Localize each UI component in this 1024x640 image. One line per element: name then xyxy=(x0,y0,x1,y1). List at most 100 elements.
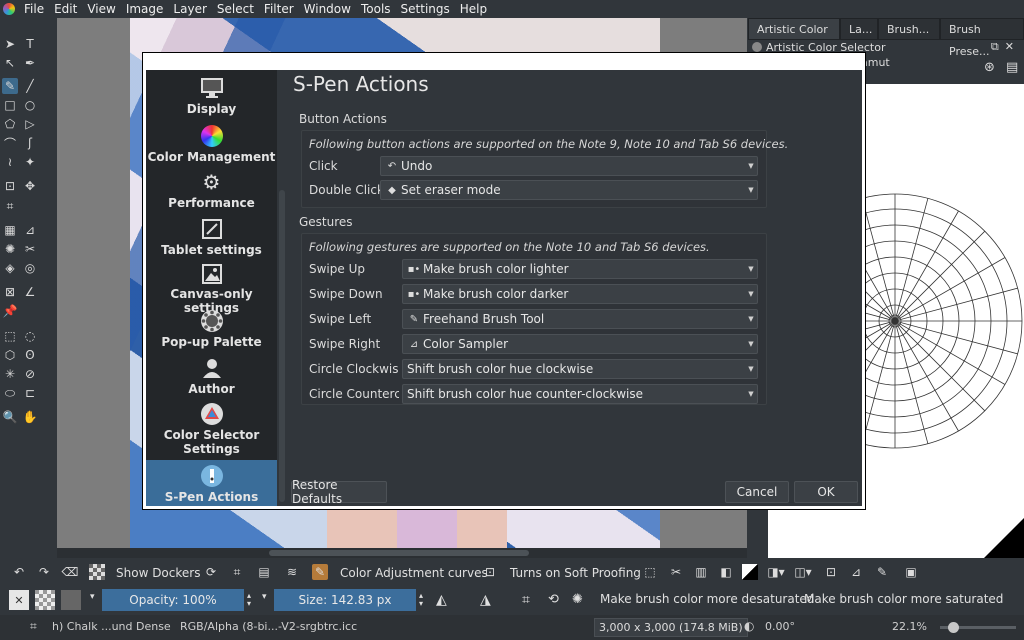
menu-help[interactable]: Help xyxy=(455,0,492,18)
clipboard-icon[interactable]: ▥ xyxy=(693,564,709,580)
menu-filter[interactable]: Filter xyxy=(259,0,299,18)
nav-tablet-settings[interactable]: Tablet settings xyxy=(146,217,277,259)
opacity-slider[interactable]: Opacity: 100% xyxy=(102,589,244,611)
eraser-icon[interactable]: ⌫ xyxy=(62,564,79,580)
menu-window[interactable]: Window xyxy=(299,0,356,18)
tab-layers[interactable]: La... xyxy=(840,18,878,40)
levels-icon[interactable]: ≋ xyxy=(284,564,300,580)
nav-canvas-only[interactable]: Canvas-only settings xyxy=(146,263,277,315)
color-sampler-icon[interactable]: ⊿ xyxy=(22,222,38,238)
swipe-down-action-select[interactable]: ▪• Make brush color darker ▼ xyxy=(402,284,758,304)
wrap-icon[interactable]: ⌗ xyxy=(522,592,530,608)
pattern-dropdown-icon[interactable]: ◫▾ xyxy=(794,564,811,580)
save-icon[interactable]: ▣ xyxy=(903,564,919,580)
calligraphy-icon[interactable]: ✒ xyxy=(22,55,38,71)
menu-tools[interactable]: Tools xyxy=(356,0,396,18)
nav-popup-palette[interactable]: Pop-up Palette xyxy=(146,309,277,351)
cut-icon[interactable]: ✂ xyxy=(668,564,684,580)
chevron-down-icon[interactable]: ▾ xyxy=(90,592,95,602)
crop-tool-icon[interactable]: ⌗ xyxy=(2,198,18,214)
reference-tool-icon[interactable]: 📌 xyxy=(2,303,18,319)
eyedropper-icon[interactable]: ⊿ xyxy=(848,564,864,580)
edit-shapes-icon[interactable]: ↖ xyxy=(2,55,18,71)
move-tool-icon[interactable]: ✥ xyxy=(22,178,38,194)
canvas-horizontal-scrollbar[interactable] xyxy=(57,548,747,558)
saturate-action[interactable]: Make brush color more saturated xyxy=(804,592,1003,606)
colorize-mask-icon[interactable]: ✺ xyxy=(2,241,18,257)
nav-color-selector-settings[interactable]: Color Selector Settings xyxy=(146,402,277,458)
select-icon[interactable]: ⬚ xyxy=(642,564,658,580)
gradient-dropdown-icon[interactable]: ◨▾ xyxy=(767,564,784,580)
wrap-around-icon[interactable]: ⟳ xyxy=(203,564,219,580)
nav-s-pen-actions[interactable]: S-Pen Actions xyxy=(146,460,277,506)
nav-display[interactable]: Display xyxy=(146,76,277,118)
menu-layer[interactable]: Layer xyxy=(168,0,211,18)
polygon-select-icon[interactable]: ⬡ xyxy=(2,347,18,363)
chevron-down-icon[interactable]: ▾ xyxy=(262,592,267,602)
tab-brush-presets[interactable]: Brush Prese... xyxy=(940,18,1024,58)
color-adjustment-button[interactable]: Color Adjustment curves xyxy=(340,564,488,582)
docker-lock-icon[interactable] xyxy=(752,42,762,52)
magnetic-select-icon[interactable]: ⊏ xyxy=(22,385,38,401)
line-tool-icon[interactable]: ╱ xyxy=(22,78,38,94)
nav-scrollbar[interactable] xyxy=(277,70,287,506)
menu-image[interactable]: Image xyxy=(121,0,169,18)
measure-tool-icon[interactable]: ∠ xyxy=(22,284,38,300)
freehand-select-icon[interactable]: ʘ xyxy=(22,347,38,363)
mirror-horizontal-icon[interactable]: ◭ xyxy=(436,592,447,608)
transparency-swatch[interactable] xyxy=(35,590,55,610)
nav-color-management[interactable]: Color Management xyxy=(146,124,277,166)
zoom-tool-icon[interactable]: 🔍 xyxy=(2,409,18,425)
swipe-right-action-select[interactable]: ⊿ Color Sampler ▼ xyxy=(402,334,758,354)
enclose-fill-icon[interactable]: ◎ xyxy=(22,260,38,276)
contiguous-select-icon[interactable]: ✳ xyxy=(2,366,18,382)
menu-file[interactable]: File xyxy=(19,0,49,18)
mirror-vertical-icon[interactable]: ◮ xyxy=(480,592,491,608)
multibrush-icon[interactable]: ✦ xyxy=(22,154,38,170)
pan-tool-icon[interactable]: ✋ xyxy=(22,409,38,425)
fill-tool-icon[interactable]: ◈ xyxy=(2,260,18,276)
rotate-icon[interactable]: ⟲ xyxy=(548,592,559,607)
dynamic-brush-icon[interactable]: ≀ xyxy=(2,154,18,170)
clear-icon[interactable]: ✕ xyxy=(9,590,29,610)
gradient-tool-icon[interactable]: ▦ xyxy=(2,222,18,238)
undo-icon[interactable]: ↶ xyxy=(11,564,27,580)
text-tool-icon[interactable]: T xyxy=(22,36,38,52)
bezier-select-icon[interactable]: ⬭ xyxy=(2,385,18,401)
image-dimensions[interactable]: 3,000 x 3,000 (174.8 MiB) xyxy=(594,618,748,637)
assistant-tool-icon[interactable]: ⊠ xyxy=(2,284,18,300)
tab-artistic-color[interactable]: Artistic Color ... xyxy=(748,18,840,58)
reset-icon[interactable]: ✺ xyxy=(572,592,583,607)
nav-scrollbar-thumb[interactable] xyxy=(279,190,285,502)
menu-view[interactable]: View xyxy=(82,0,120,18)
cancel-button[interactable]: Cancel xyxy=(725,481,789,503)
size-spin-icon[interactable]: ▴ ▾ xyxy=(419,592,423,608)
swipe-up-action-select[interactable]: ▪• Make brush color lighter ▼ xyxy=(402,259,758,279)
rotation-value[interactable]: 0.00° xyxy=(765,620,795,633)
zoom-slider-knob[interactable] xyxy=(948,622,959,633)
canvas-only-icon[interactable]: ▤ xyxy=(256,564,272,580)
docker-float-close-icon[interactable]: ⧉✕ xyxy=(991,40,1020,54)
polyline-tool-icon[interactable]: ▷ xyxy=(22,116,38,132)
double-click-action-select[interactable]: ◆ Set eraser mode ▼ xyxy=(380,180,758,200)
transform-tool-icon[interactable]: ⊡ xyxy=(2,178,18,194)
selector-settings-icon[interactable]: ▤ xyxy=(1006,60,1018,75)
rect-select-icon[interactable]: ⬚ xyxy=(2,328,18,344)
bezier-tool-icon[interactable]: ⌒ xyxy=(2,135,18,151)
zoom-slider[interactable] xyxy=(940,622,1016,633)
wheel-preferences-icon[interactable]: ⊛ xyxy=(984,60,995,75)
mirror-icon[interactable]: ◧ xyxy=(718,564,734,580)
fg-bg-colors-icon[interactable] xyxy=(742,564,758,580)
show-dockers-button[interactable]: Show Dockers xyxy=(116,564,200,582)
freehand-path-icon[interactable]: ʃ xyxy=(22,135,38,151)
rectangle-tool-icon[interactable]: □ xyxy=(2,97,18,113)
select-shapes-icon[interactable]: ➤ xyxy=(2,36,18,52)
freehand-brush-icon[interactable]: ✎ xyxy=(2,78,18,94)
ok-button[interactable]: OK xyxy=(794,481,858,503)
swipe-left-action-select[interactable]: ✎ Freehand Brush Tool ▼ xyxy=(402,309,758,329)
desaturate-action[interactable]: Make brush color more desaturated xyxy=(600,592,814,606)
soft-proofing-button[interactable]: Turns on Soft Proofing xyxy=(510,564,641,582)
ellipse-select-icon[interactable]: ◌ xyxy=(22,328,38,344)
size-slider[interactable]: Size: 142.83 px xyxy=(274,589,416,611)
ellipse-tool-icon[interactable]: ○ xyxy=(22,97,38,113)
